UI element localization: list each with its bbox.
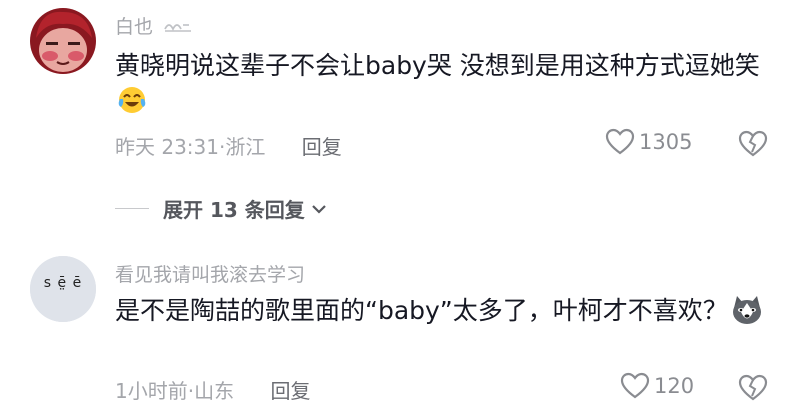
laughing-crying-emoji bbox=[117, 85, 147, 115]
dislike-button[interactable] bbox=[738, 374, 768, 406]
heart-icon bbox=[605, 128, 635, 155]
comment-meta: 1小时前·山东 回复 bbox=[115, 375, 310, 404]
dislike-button[interactable] bbox=[738, 130, 768, 162]
broken-heart-icon bbox=[738, 130, 768, 157]
heart-icon bbox=[620, 372, 650, 399]
like-count: 1305 bbox=[639, 130, 693, 154]
reply-button[interactable]: 回复 bbox=[302, 135, 342, 159]
expand-replies-label: 展开 13 条回复 bbox=[163, 198, 305, 222]
comment-text: 黄晓明说这辈子不会让baby哭 没想到是用这种方式逗她笑 bbox=[115, 48, 765, 118]
divider-line bbox=[115, 208, 149, 209]
comment-meta: 昨天 23:31·浙江 回复 bbox=[115, 131, 342, 160]
husky-dog-emoji bbox=[730, 294, 764, 326]
avatar[interactable] bbox=[30, 8, 96, 74]
expand-replies-button[interactable]: 展开 13 条回复 bbox=[115, 194, 327, 223]
like-button[interactable]: 120 bbox=[620, 372, 694, 400]
avatar-text: s ē̤ ē bbox=[43, 275, 83, 291]
username[interactable]: 看见我请叫我滚去学习 bbox=[115, 260, 305, 287]
reply-button[interactable]: 回复 bbox=[270, 379, 310, 403]
username[interactable]: 白也 bbox=[115, 12, 193, 39]
comment-text: 是不是陶喆的歌里面的“baby”太多了，叶柯才不喜欢？ bbox=[115, 293, 765, 328]
timestamp-location: 1小时前·山东 bbox=[115, 379, 235, 403]
wave-badge-icon bbox=[164, 24, 192, 32]
like-button[interactable]: 1305 bbox=[605, 128, 692, 156]
chevron-down-icon bbox=[311, 204, 326, 214]
timestamp-location: 昨天 23:31·浙江 bbox=[115, 135, 266, 159]
like-count: 120 bbox=[654, 374, 695, 398]
avatar[interactable]: s ē̤ ē bbox=[30, 256, 96, 322]
avatar-image bbox=[30, 8, 96, 74]
broken-heart-icon bbox=[738, 374, 768, 401]
